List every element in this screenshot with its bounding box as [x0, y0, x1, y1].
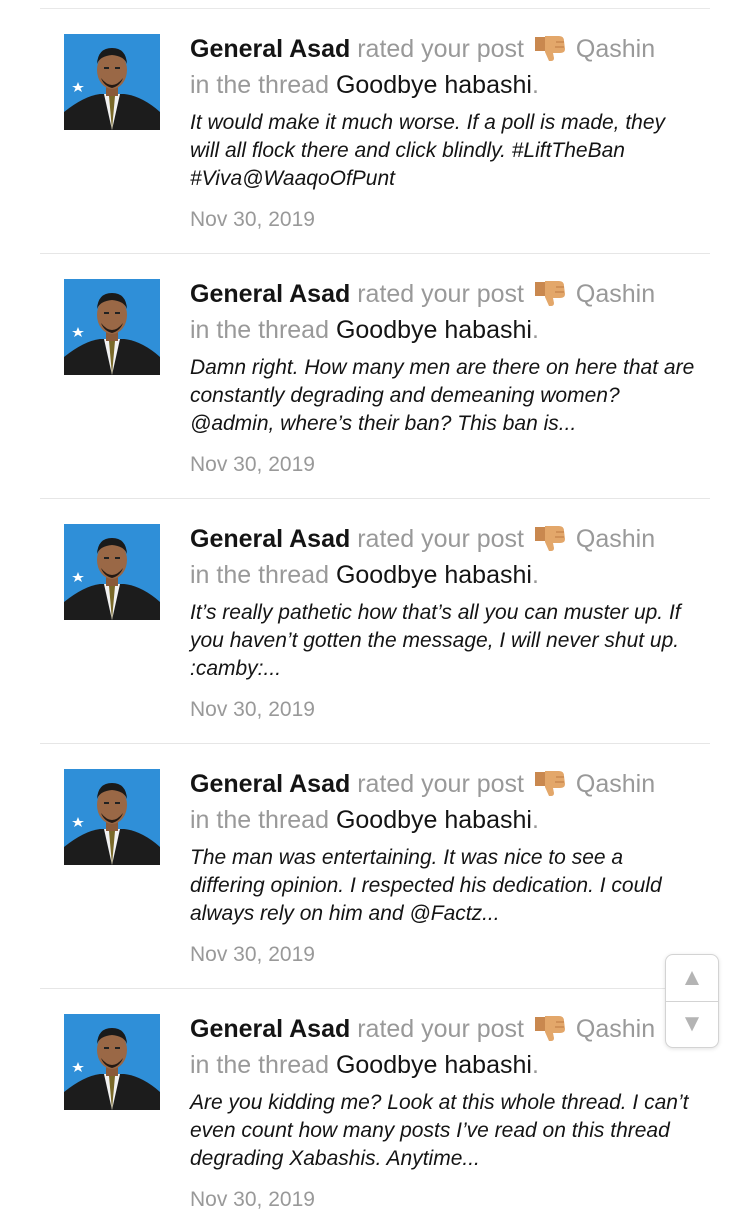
- avatar[interactable]: [64, 279, 160, 375]
- action-text: rated your post: [357, 525, 524, 553]
- triangle-up-icon: ▲: [680, 964, 704, 991]
- avatar[interactable]: [64, 34, 160, 130]
- thread-title-link[interactable]: Goodbye habashi: [336, 71, 532, 99]
- thread-title-link[interactable]: Goodbye habashi: [336, 1051, 532, 1079]
- scroll-down-button[interactable]: ▼: [666, 1001, 718, 1047]
- alert-list: General Asad rated your post Qashin in t…: [40, 9, 710, 1222]
- alert-content: General Asad rated your post Qashin in t…: [190, 276, 700, 479]
- post-snippet[interactable]: Damn right. How many men are there on he…: [190, 354, 700, 438]
- avatar[interactable]: [64, 524, 160, 620]
- alert-headline: General Asad rated your post Qashin in t…: [190, 1011, 700, 1083]
- alert-item[interactable]: General Asad rated your post Qashin in t…: [40, 499, 710, 744]
- thread-prefix: in the thread: [190, 1051, 329, 1079]
- triangle-down-icon: ▼: [680, 1010, 704, 1037]
- thumbs-down-icon: [533, 769, 567, 797]
- scroll-widget: ▲ ▼: [665, 954, 719, 1048]
- alerts-page: General Asad rated your post Qashin in t…: [0, 0, 750, 1222]
- rating-name: Qashin: [575, 35, 656, 63]
- thread-prefix: in the thread: [190, 806, 329, 834]
- username-link[interactable]: General Asad: [190, 280, 350, 308]
- alert-content: General Asad rated your post Qashin in t…: [190, 521, 700, 724]
- avatar[interactable]: [64, 1014, 160, 1110]
- post-snippet[interactable]: It would make it much worse. If a poll i…: [190, 109, 700, 193]
- rating-name: Qashin: [575, 1015, 656, 1043]
- username-link[interactable]: General Asad: [190, 1015, 350, 1043]
- period: .: [531, 806, 539, 834]
- alert-headline: General Asad rated your post Qashin in t…: [190, 31, 700, 103]
- alert-date: Nov 30, 2019: [190, 208, 315, 231]
- thread-title-link[interactable]: Goodbye habashi: [336, 561, 532, 589]
- rating-name: Qashin: [575, 280, 656, 308]
- username-link[interactable]: General Asad: [190, 35, 350, 63]
- post-snippet[interactable]: It’s really pathetic how that’s all you …: [190, 599, 700, 683]
- thread-title-link[interactable]: Goodbye habashi: [336, 316, 532, 344]
- action-text: rated your post: [357, 280, 524, 308]
- thread-title-link[interactable]: Goodbye habashi: [336, 806, 532, 834]
- alert-date: Nov 30, 2019: [190, 453, 315, 476]
- alert-content: General Asad rated your post Qashin in t…: [190, 31, 700, 234]
- thumbs-down-icon: [533, 279, 567, 307]
- thread-prefix: in the thread: [190, 561, 329, 589]
- period: .: [531, 561, 539, 589]
- username-link[interactable]: General Asad: [190, 525, 350, 553]
- post-snippet[interactable]: Are you kidding me? Look at this whole t…: [190, 1089, 700, 1173]
- alert-content: General Asad rated your post Qashin in t…: [190, 1011, 700, 1214]
- alert-date: Nov 30, 2019: [190, 698, 315, 721]
- alert-headline: General Asad rated your post Qashin in t…: [190, 276, 700, 348]
- thumbs-down-icon: [533, 1014, 567, 1042]
- alert-headline: General Asad rated your post Qashin in t…: [190, 521, 700, 593]
- action-text: rated your post: [357, 1015, 524, 1043]
- thread-prefix: in the thread: [190, 71, 329, 99]
- period: .: [531, 71, 539, 99]
- rating-name: Qashin: [575, 525, 656, 553]
- alert-item[interactable]: General Asad rated your post Qashin in t…: [40, 9, 710, 254]
- scroll-up-button[interactable]: ▲: [666, 955, 718, 1002]
- alert-item[interactable]: General Asad rated your post Qashin in t…: [40, 744, 710, 989]
- alert-date: Nov 30, 2019: [190, 1188, 315, 1211]
- thumbs-down-icon: [533, 524, 567, 552]
- period: .: [531, 1051, 539, 1079]
- alert-content: General Asad rated your post Qashin in t…: [190, 766, 700, 969]
- alert-headline: General Asad rated your post Qashin in t…: [190, 766, 700, 838]
- avatar[interactable]: [64, 769, 160, 865]
- username-link[interactable]: General Asad: [190, 770, 350, 798]
- alert-item[interactable]: General Asad rated your post Qashin in t…: [40, 989, 710, 1222]
- post-snippet[interactable]: The man was entertaining. It was nice to…: [190, 844, 700, 928]
- action-text: rated your post: [357, 770, 524, 798]
- thread-prefix: in the thread: [190, 316, 329, 344]
- action-text: rated your post: [357, 35, 524, 63]
- alert-date: Nov 30, 2019: [190, 943, 315, 966]
- rating-name: Qashin: [575, 770, 656, 798]
- alert-item[interactable]: General Asad rated your post Qashin in t…: [40, 254, 710, 499]
- period: .: [531, 316, 539, 344]
- thumbs-down-icon: [533, 34, 567, 62]
